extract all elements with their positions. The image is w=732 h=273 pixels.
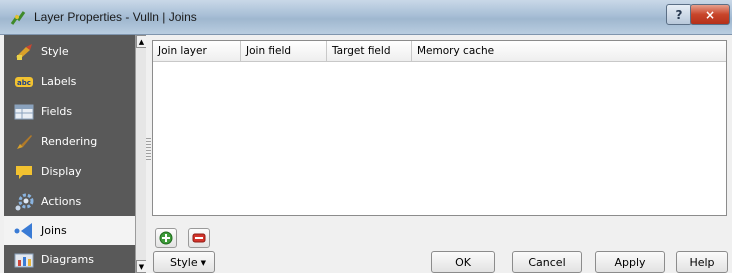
sidebar-item-label: Diagrams: [41, 253, 94, 266]
remove-join-icon: [192, 233, 206, 243]
apply-button[interactable]: Apply: [595, 251, 665, 273]
add-join-icon: [159, 231, 173, 245]
joins-table-header: Join layer Join field Target field Memor…: [153, 41, 726, 62]
close-window-button[interactable]: ×: [690, 4, 730, 25]
cancel-button-label: Cancel: [528, 255, 566, 269]
sidebar-item-labels[interactable]: abc Labels: [4, 67, 135, 96]
splitter-handle[interactable]: [146, 138, 151, 162]
window-title: Layer Properties - Vulln | Joins: [34, 10, 197, 24]
sidebar-item-diagrams[interactable]: Diagrams: [4, 245, 135, 273]
rendering-brush-icon: [17, 135, 32, 149]
remove-join-button[interactable]: [188, 228, 210, 248]
qgis-logo-icon: [10, 11, 26, 25]
cancel-button[interactable]: Cancel: [512, 251, 582, 273]
help-button[interactable]: Help: [676, 251, 728, 273]
sidebar-item-label: Actions: [41, 195, 82, 208]
sidebar-item-label: Rendering: [41, 135, 98, 148]
scroll-down-icon[interactable]: ▼: [136, 260, 146, 273]
column-header-target-field[interactable]: Target field: [327, 41, 412, 61]
close-icon: ×: [704, 7, 716, 22]
labels-abc-icon: abc: [15, 77, 33, 87]
ok-button-label: OK: [455, 255, 471, 269]
help-button-label: Help: [689, 255, 715, 269]
display-speech-icon: [16, 166, 32, 179]
help-icon: ?: [675, 7, 683, 22]
sidebar-item-label: Labels: [41, 75, 77, 88]
style-menu-button[interactable]: Style ▼: [153, 251, 215, 273]
sidebar-item-label: Fields: [41, 105, 73, 118]
joins-arrow-icon: [14, 223, 32, 239]
sidebar-item-fields[interactable]: Fields: [4, 97, 135, 126]
properties-sidebar: Style abc Labels Fields Rendering Displa…: [4, 35, 146, 273]
sidebar-item-label: Display: [41, 165, 82, 178]
fields-table-icon: [14, 104, 34, 120]
title-bar: Layer Properties - Vulln | Joins ? ×: [0, 0, 732, 35]
add-join-button[interactable]: [155, 228, 177, 248]
sidebar-scrollbar[interactable]: ▲ ▼: [135, 35, 146, 273]
sidebar-item-rendering[interactable]: Rendering: [4, 127, 135, 156]
apply-button-label: Apply: [614, 255, 646, 269]
scroll-up-icon[interactable]: ▲: [136, 35, 146, 48]
sidebar-item-label: Joins: [41, 224, 67, 237]
joins-table[interactable]: Join layer Join field Target field Memor…: [152, 40, 727, 216]
actions-gear-icon: [15, 193, 34, 211]
column-header-join-layer[interactable]: Join layer: [153, 41, 241, 61]
svg-text:abc: abc: [17, 79, 31, 87]
help-title-button[interactable]: ?: [666, 4, 692, 25]
diagrams-chart-icon: [14, 253, 34, 268]
style-brush-icon: [16, 44, 32, 60]
sidebar-item-joins[interactable]: Joins: [4, 216, 135, 245]
sidebar-item-display[interactable]: Display: [4, 157, 135, 186]
sidebar-item-actions[interactable]: Actions: [4, 187, 135, 216]
dropdown-caret-icon: ▼: [200, 259, 206, 267]
sidebar-item-label: Style: [41, 45, 69, 58]
column-header-memory-cache[interactable]: Memory cache: [412, 41, 726, 61]
column-header-join-field[interactable]: Join field: [241, 41, 327, 61]
ok-button[interactable]: OK: [431, 251, 495, 273]
style-button-label: Style: [170, 255, 198, 269]
sidebar-item-style[interactable]: Style: [4, 37, 135, 66]
